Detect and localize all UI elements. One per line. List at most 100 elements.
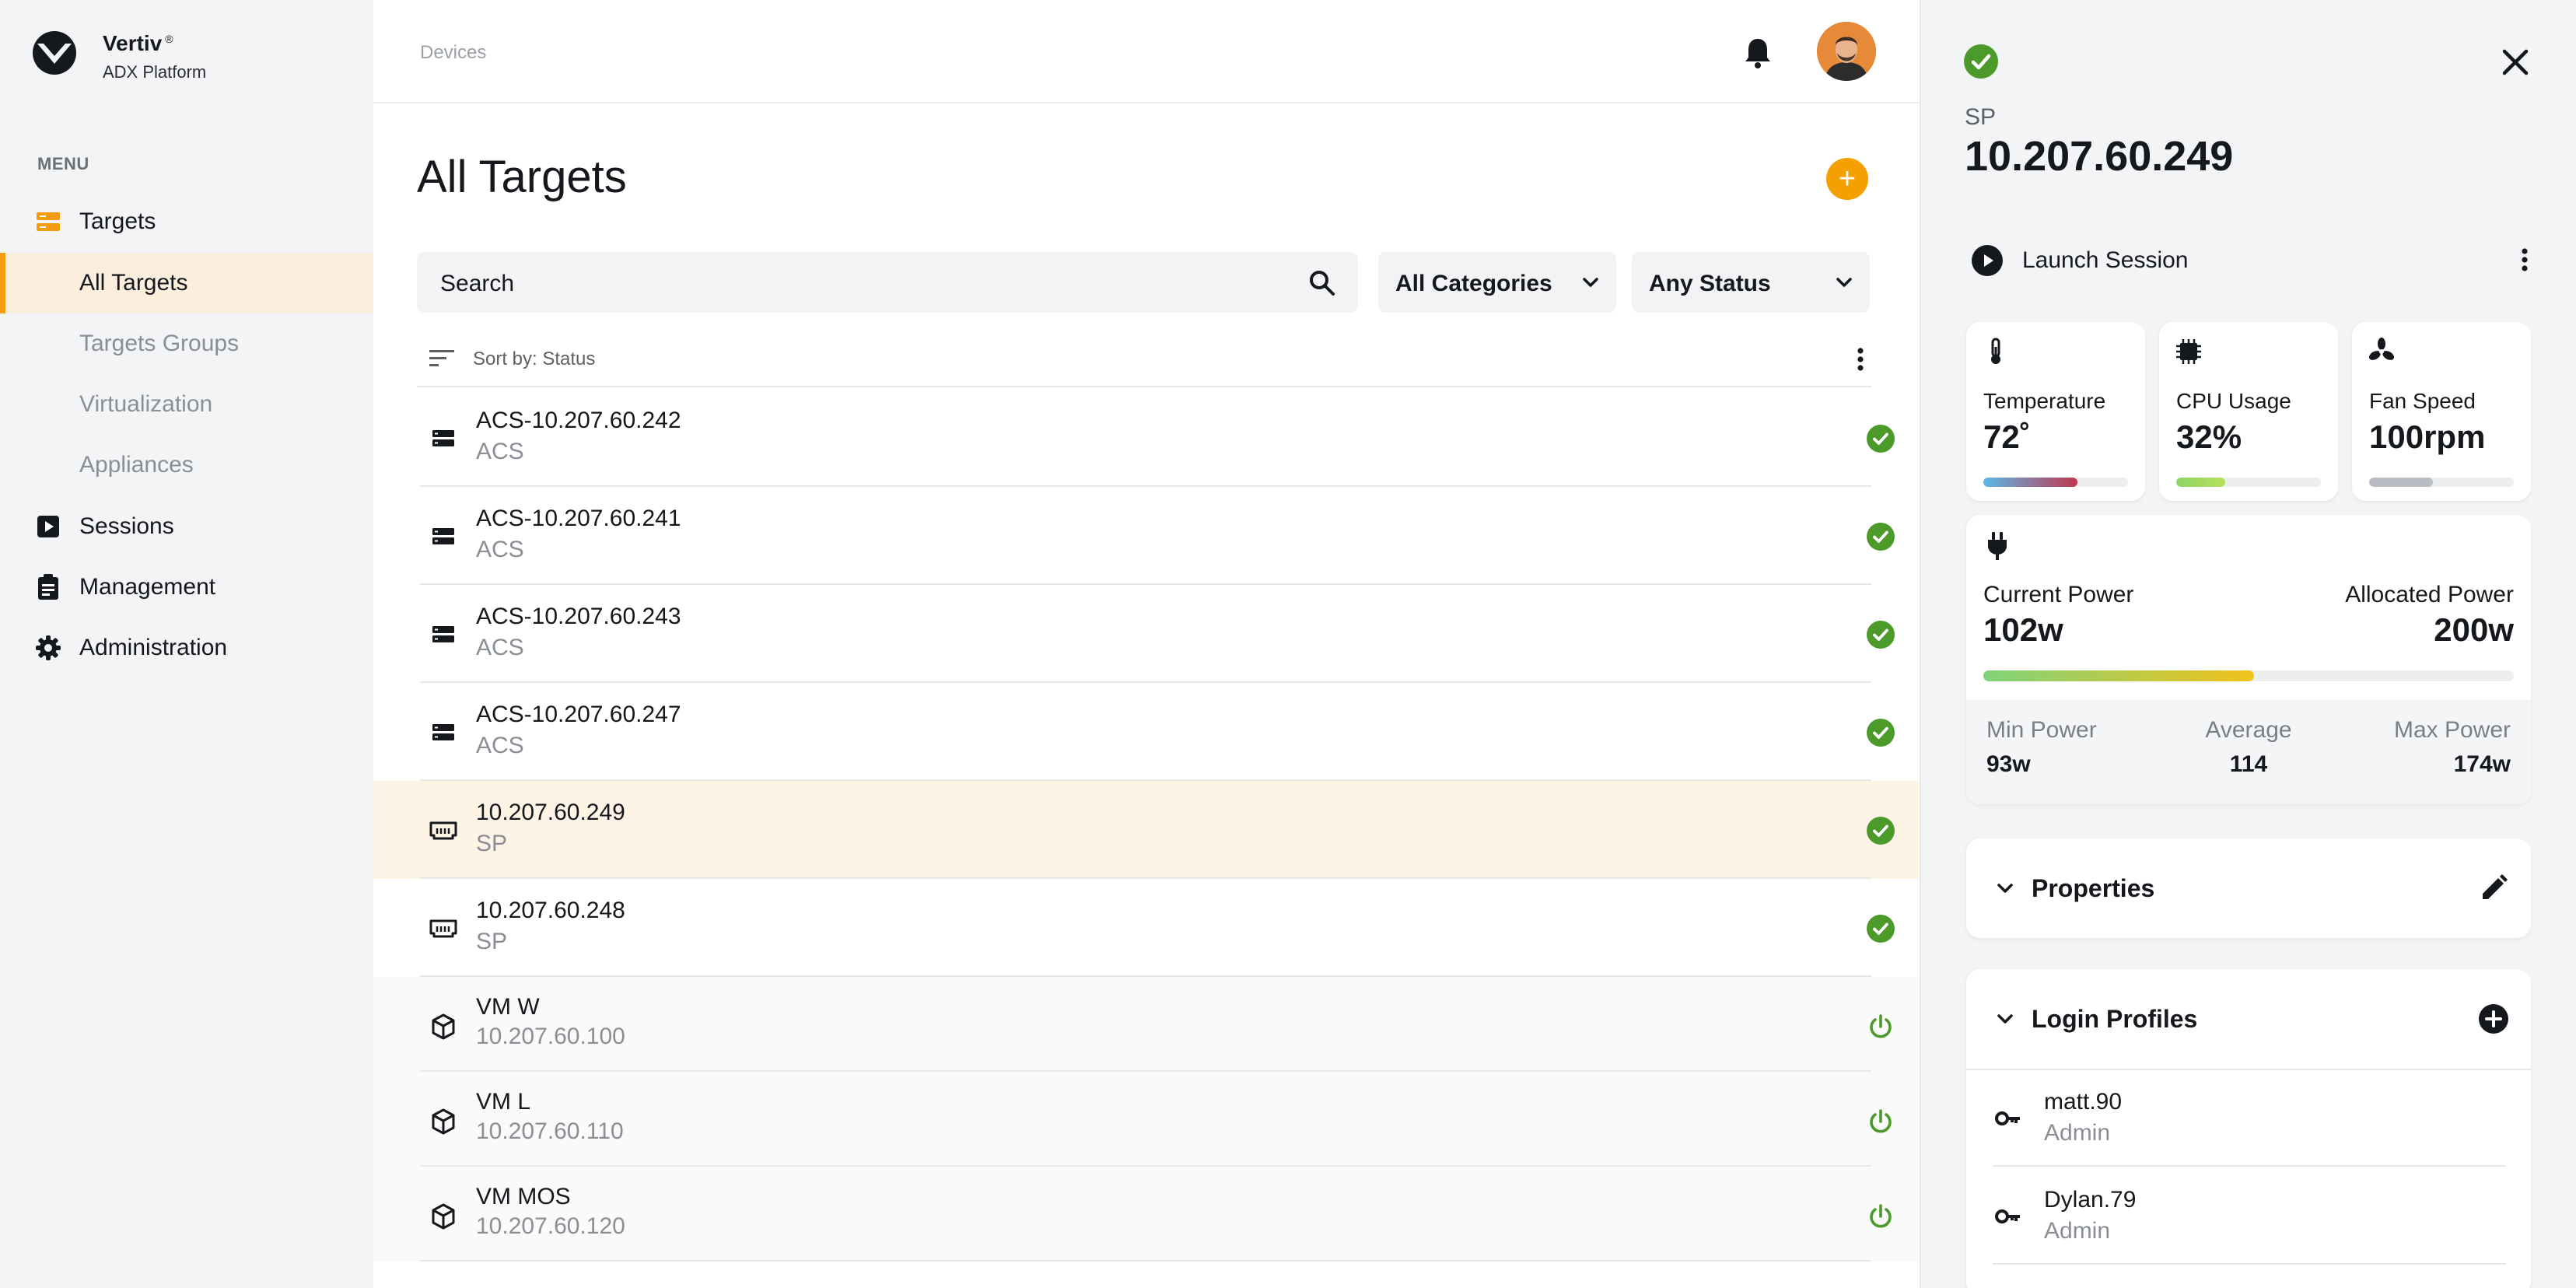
search-icon[interactable] — [1307, 268, 1338, 299]
row-title: ACS-10.207.60.243 — [476, 604, 681, 629]
row-subtitle: ACS — [476, 439, 524, 464]
power-icon[interactable] — [1865, 1201, 1896, 1232]
sidebar: Vertiv ® ADX Platform MENU Targets All Ta… — [0, 0, 373, 1288]
properties-section[interactable]: Properties — [1966, 838, 2531, 938]
server-icon — [428, 521, 459, 552]
table-row[interactable]: ACS-10.207.60.247 ACS — [373, 683, 1919, 781]
cube-icon — [428, 1201, 459, 1232]
edit-icon[interactable] — [2476, 871, 2511, 905]
max-power-value: 174w — [2453, 751, 2511, 777]
power-icon[interactable] — [1865, 1011, 1896, 1042]
play-box-icon — [34, 513, 62, 541]
table-row[interactable]: 10.207.60.249 SP — [373, 781, 1919, 879]
add-target-button[interactable]: + — [1826, 158, 1868, 200]
fan-speed-card: Fan Speed 100rpm — [2352, 322, 2531, 501]
login-profiles-title: Login Profiles — [2032, 1005, 2198, 1033]
breadcrumb[interactable]: Devices — [420, 42, 486, 64]
sidebar-item-virtualization[interactable]: Virtualization — [0, 374, 373, 435]
more-options-icon[interactable] — [1845, 344, 1876, 375]
target-ip: 10.207.60.249 — [1965, 133, 2234, 180]
sidebar-item-all-targets[interactable]: All Targets — [0, 253, 373, 313]
table-row[interactable]: VM MOS 10.207.60.120 — [373, 1167, 1919, 1262]
cpu-usage-bar — [2176, 478, 2321, 487]
table-row[interactable]: VM L 10.207.60.110 — [373, 1072, 1919, 1167]
cpu-usage-bar-fill — [2176, 478, 2226, 487]
temperature-card: Temperature 72˚ — [1966, 322, 2145, 501]
row-content: VM L 10.207.60.110 — [420, 1072, 1892, 1167]
chevron-down-icon — [1583, 278, 1598, 287]
brand-name: Vertiv ® — [103, 31, 173, 55]
power-bar-fill — [1983, 670, 2254, 681]
target-type: SP — [1965, 104, 1997, 130]
row-title: ACS-10.207.60.242 — [476, 408, 681, 433]
row-subtitle: ACS — [476, 733, 524, 758]
current-power-value: 102w — [1983, 611, 2063, 648]
more-options-icon[interactable] — [2509, 244, 2540, 275]
table-row[interactable]: VM W 10.207.60.100 — [373, 977, 1919, 1072]
row-content: 10.207.60.248 SP — [420, 879, 1895, 977]
row-title: ACS-10.207.60.247 — [476, 702, 681, 727]
sort-icon[interactable] — [428, 344, 456, 372]
sort-bar: Sort by: Status — [417, 333, 1871, 387]
sidebar-item-label: Administration — [79, 635, 228, 660]
chevron-down-icon[interactable] — [1993, 876, 2018, 901]
allocated-power-value: 200w — [2434, 611, 2514, 648]
launch-session-button[interactable]: Launch Session — [1971, 241, 2531, 278]
row-subtitle: ACS — [476, 635, 524, 660]
table-row[interactable]: ACS-10.207.60.242 ACS — [373, 389, 1919, 487]
close-icon[interactable] — [2497, 44, 2534, 81]
sidebar-item-label: Management — [79, 574, 216, 600]
properties-title: Properties — [2032, 874, 2155, 902]
sidebar-item-targets[interactable]: Targets — [0, 191, 373, 252]
brand-subtitle: ADX Platform — [103, 62, 207, 82]
sidebar-item-appliances[interactable]: Appliances — [0, 435, 373, 495]
status-ok-icon — [1865, 815, 1896, 846]
table-row[interactable]: ACS-10.207.60.241 ACS — [373, 487, 1919, 585]
row-subtitle: ACS — [476, 537, 524, 562]
target-details-panel: SP 10.207.60.249 Launch Session Temperat… — [1920, 0, 2576, 1288]
status-ok-icon — [1865, 717, 1896, 748]
row-subtitle: 10.207.60.120 — [476, 1213, 625, 1239]
search-input[interactable]: Search — [417, 252, 1358, 313]
allocated-power-label: Allocated Power — [2345, 582, 2514, 607]
sidebar-item-management[interactable]: Management — [0, 557, 373, 618]
row-subtitle: SP — [476, 831, 508, 856]
row-content: ACS-10.207.60.241 ACS — [420, 487, 1895, 585]
power-icon[interactable] — [1865, 1106, 1896, 1137]
sidebar-item-administration[interactable]: Administration — [0, 618, 373, 678]
metric-label: CPU Usage — [2176, 389, 2291, 413]
metric-label: Fan Speed — [2369, 389, 2476, 413]
row-content: ACS-10.207.60.242 ACS — [420, 389, 1895, 487]
sidebar-item-label: Virtualization — [79, 391, 213, 417]
sidebar-item-label: All Targets — [79, 270, 188, 296]
sidebar-item-label: Appliances — [79, 452, 194, 478]
fan-icon — [2368, 338, 2395, 360]
status-ok-icon — [1865, 521, 1896, 552]
table-row[interactable]: ACS-10.207.60.243 ACS — [373, 585, 1919, 683]
play-circle-icon — [1972, 245, 2003, 276]
bell-icon[interactable] — [1739, 34, 1776, 72]
brand: Vertiv ® ADX Platform — [31, 30, 206, 82]
add-circle-icon[interactable] — [2476, 1002, 2511, 1036]
row-subtitle: 10.207.60.100 — [476, 1024, 625, 1049]
category-select[interactable]: All Categories — [1378, 252, 1616, 313]
status-select[interactable]: Any Status — [1632, 252, 1870, 313]
table-row[interactable]: 10.207.60.248 SP — [373, 879, 1919, 977]
vertiv-logo-icon — [33, 31, 76, 75]
chip-icon — [2176, 339, 2201, 364]
cpu-usage-card: CPU Usage 32% — [2159, 322, 2338, 501]
user-avatar[interactable] — [1817, 22, 1876, 81]
chevron-down-icon[interactable] — [1993, 1006, 2018, 1031]
status-ok-icon — [1964, 44, 1998, 79]
search-placeholder: Search — [440, 271, 515, 296]
metric-value: 32% — [2176, 418, 2242, 455]
status-select-value: Any Status — [1649, 271, 1771, 296]
sidebar-item-targets-groups[interactable]: Targets Groups — [0, 313, 373, 374]
chevron-down-icon — [1836, 278, 1852, 287]
login-profile-item[interactable]: matt.90 Admin — [1993, 1070, 2506, 1167]
sidebar-item-sessions[interactable]: Sessions — [0, 496, 373, 557]
sort-label[interactable]: Sort by: Status — [473, 348, 595, 370]
login-profile-item[interactable]: Dylan.79 Admin — [1993, 1168, 2506, 1265]
sidebar-item-label: Targets — [79, 208, 156, 234]
server-icon — [428, 423, 459, 454]
